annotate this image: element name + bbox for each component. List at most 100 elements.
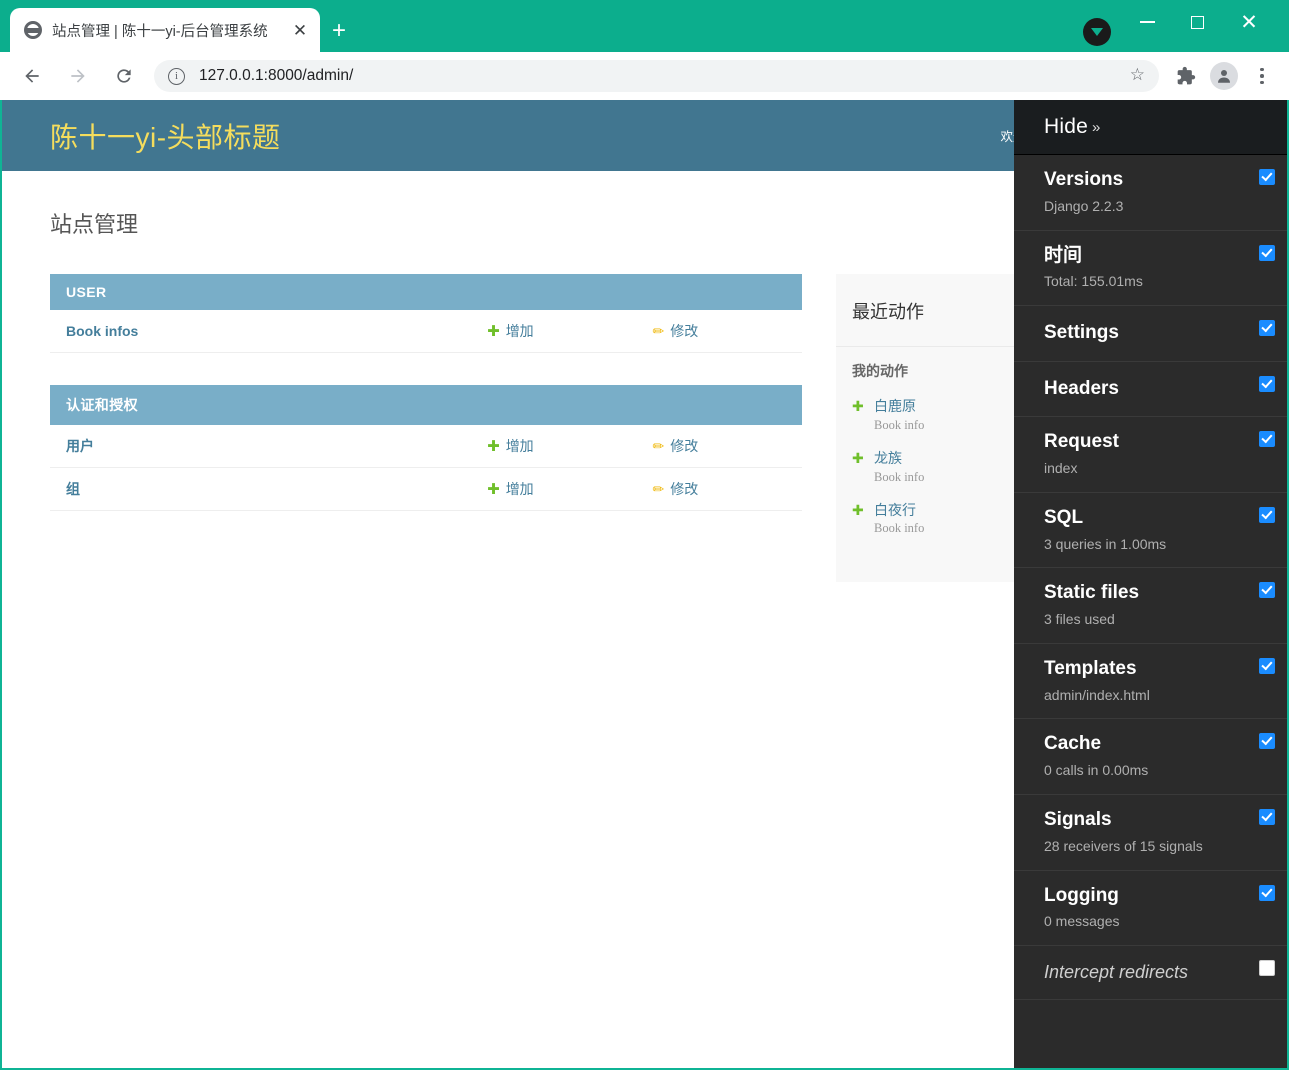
action-link[interactable]: 白鹿原	[874, 398, 916, 414]
new-tab-button[interactable]: +	[324, 16, 354, 46]
kebab-menu-icon	[1260, 67, 1264, 85]
panel-subtitle: 0 messages	[1044, 913, 1120, 930]
panel-checkbox[interactable]	[1259, 506, 1275, 523]
action-link[interactable]: 白夜行	[874, 502, 916, 518]
panel-checkbox[interactable]	[1259, 431, 1275, 448]
panel-title: Intercept redirects	[1044, 962, 1189, 983]
maximize-icon	[1190, 15, 1204, 29]
panel-subtitle: 28 receivers of 15 signals	[1044, 837, 1203, 854]
debug-panel-request[interactable]: Request index	[1014, 417, 1287, 493]
bookmark-star-icon[interactable]: ☆	[1130, 65, 1145, 85]
change-link[interactable]: ✏ 修改	[653, 323, 699, 339]
app-table: 认证和授权 用户 ✚ 增加 ✏ 修改 组 ✚ 增加 ✏ 修改	[50, 385, 802, 511]
app-caption[interactable]: 认证和授权	[50, 385, 802, 425]
debug-panel-cache[interactable]: Cache 0 calls in 0.00ms	[1014, 719, 1287, 795]
panel-checkbox[interactable]	[1259, 582, 1275, 599]
panel-checkbox[interactable]	[1259, 884, 1275, 901]
panel-title: 时间	[1044, 244, 1083, 266]
debug-panel-signals[interactable]: Signals 28 receivers of 15 signals	[1014, 795, 1287, 871]
panel-title: Cache	[1044, 733, 1102, 755]
recent-actions-module: 最近动作 我的动作 ✚ 白鹿原 Book info ✚ 龙族 Book info…	[836, 274, 1014, 583]
panel-checkbox[interactable]	[1259, 375, 1275, 392]
tab-title: 站点管理 | 陈十一yi-后台管理系统	[52, 23, 268, 40]
model-name-cell: Book infos	[50, 310, 472, 353]
hide-label: Hide	[1044, 115, 1088, 138]
recent-actions-body: 我的动作 ✚ 白鹿原 Book info ✚ 龙族 Book info ✚ 白夜…	[836, 347, 1014, 582]
change-link[interactable]: ✏ 修改	[653, 481, 699, 497]
debug-panel-logging[interactable]: Logging 0 messages	[1014, 871, 1287, 947]
window-close-button[interactable]: ✕	[1226, 0, 1272, 44]
address-bar[interactable]: i 127.0.0.1:8000/admin/ ☆	[154, 60, 1159, 92]
panel-checkbox[interactable]	[1259, 960, 1275, 977]
panel-checkbox[interactable]	[1259, 320, 1275, 337]
action-model-label: Book info	[874, 469, 925, 484]
tab-close-icon[interactable]: ✕	[286, 16, 314, 44]
model-link[interactable]: Book infos	[66, 323, 138, 339]
panel-checkbox[interactable]	[1259, 733, 1275, 750]
panel-checkbox[interactable]	[1259, 809, 1275, 825]
add-link[interactable]: ✚ 增加	[487, 323, 534, 340]
chrome-menu-button[interactable]	[1243, 57, 1281, 95]
avatar	[1210, 62, 1238, 90]
forward-button[interactable]	[60, 58, 96, 94]
panel-subtitle: 0 calls in 0.00ms	[1044, 762, 1149, 779]
plus-icon: ✚	[487, 323, 500, 340]
table-row: 组 ✚ 增加 ✏ 修改	[50, 467, 802, 511]
panel-title: Request	[1044, 431, 1119, 453]
forward-arrow-icon	[71, 69, 85, 83]
change-label: 修改	[670, 481, 699, 497]
site-info-icon[interactable]: i	[168, 67, 185, 85]
browser-toolbar: i 127.0.0.1:8000/admin/ ☆	[0, 52, 1289, 100]
site-branding-title[interactable]: 陈十一yi-头部标题	[2, 116, 281, 156]
panel-title: Templates	[1044, 657, 1137, 679]
debug-panel-intercept-redirects[interactable]: Intercept redirects	[1014, 946, 1287, 1001]
back-button[interactable]	[14, 58, 50, 94]
panel-subtitle: Total: 155.01ms	[1044, 273, 1143, 290]
window-minimize-button[interactable]	[1124, 0, 1170, 44]
puzzle-icon	[1177, 66, 1196, 85]
action-link[interactable]: 龙族	[874, 450, 902, 466]
panel-title: Settings	[1044, 322, 1119, 344]
action-model-label: Book info	[874, 521, 925, 536]
debug-panel-sql[interactable]: SQL 3 queries in 1.00ms	[1014, 493, 1287, 569]
panel-checkbox[interactable]	[1259, 657, 1275, 674]
model-link[interactable]: 用户	[66, 438, 94, 454]
toolbar-right-icons	[1167, 57, 1281, 95]
add-label: 增加	[505, 323, 534, 339]
pencil-icon: ✏	[652, 323, 665, 339]
add-cell: ✚ 增加	[471, 467, 637, 511]
app-caption[interactable]: USER	[50, 274, 802, 310]
debug-panel-versions[interactable]: Versions Django 2.2.3	[1014, 155, 1287, 231]
change-label: 修改	[670, 438, 699, 454]
add-link[interactable]: ✚ 增加	[487, 481, 534, 498]
app-list-column: USER Book infos ✚ 增加 ✏ 修改 认证和授权 用户 ✚ 增加 …	[50, 274, 802, 582]
app-table: USER Book infos ✚ 增加 ✏ 修改	[50, 274, 802, 353]
add-link[interactable]: ✚ 增加	[487, 438, 534, 455]
add-cell: ✚ 增加	[471, 310, 637, 353]
panel-checkbox[interactable]	[1259, 169, 1275, 185]
minimize-icon	[1139, 21, 1155, 23]
plus-icon: ✚	[852, 398, 864, 414]
back-arrow-icon	[25, 69, 39, 83]
debug-panel-headers[interactable]: Headers	[1014, 362, 1287, 418]
panel-checkbox[interactable]	[1259, 244, 1275, 261]
debug-panel-templates[interactable]: Templates admin/index.html	[1014, 644, 1287, 720]
panel-title: Signals	[1044, 809, 1112, 830]
profile-button[interactable]	[1205, 57, 1243, 95]
extensions-button[interactable]	[1167, 57, 1205, 95]
model-link[interactable]: 组	[66, 481, 80, 497]
browser-tab[interactable]: 站点管理 | 陈十一yi-后台管理系统 ✕	[10, 8, 320, 52]
debug-panel-static-files[interactable]: Static files 3 files used	[1014, 568, 1287, 644]
debug-toolbar-hide-button[interactable]: Hide »	[1014, 100, 1287, 155]
window-maximize-button[interactable]	[1174, 0, 1220, 44]
person-icon	[1218, 70, 1230, 83]
extension-badge-icon[interactable]	[1083, 18, 1111, 46]
reload-button[interactable]	[106, 58, 142, 94]
reload-icon	[117, 69, 131, 83]
change-cell: ✏ 修改	[636, 310, 802, 353]
change-link[interactable]: ✏ 修改	[653, 438, 699, 454]
model-name-cell: 组	[50, 467, 472, 511]
debug-panel-time[interactable]: 时间 Total: 155.01ms	[1014, 231, 1287, 307]
debug-panel-settings[interactable]: Settings	[1014, 306, 1287, 362]
plus-icon: ✚	[852, 449, 864, 466]
